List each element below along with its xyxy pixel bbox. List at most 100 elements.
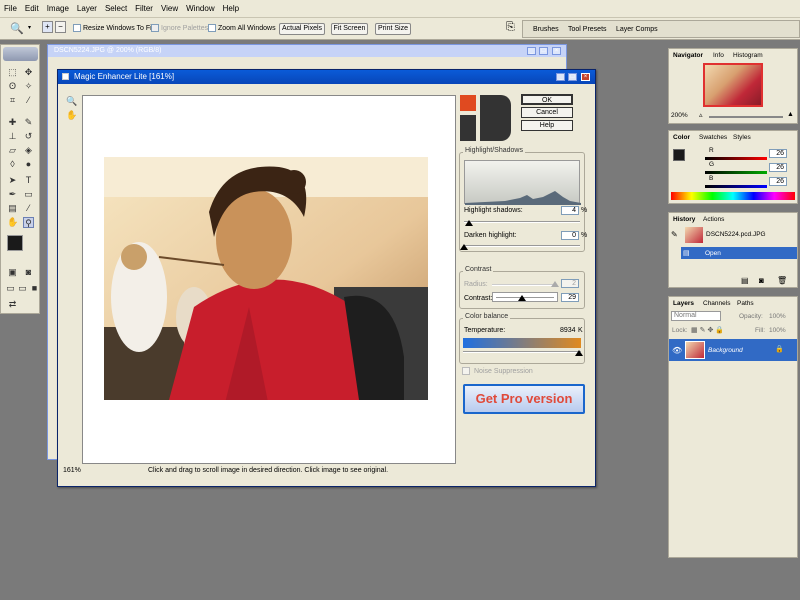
chevron-down-icon[interactable]: ▾ (28, 24, 31, 31)
navigator-zoom-value[interactable]: 200% (671, 112, 688, 120)
dialog-title-bar[interactable]: Magic Enhancer Lite [161%] _ □ × (58, 70, 595, 84)
screen-mode-standard-icon[interactable]: ▭ (5, 283, 16, 294)
contrast-slider-thumb[interactable] (518, 295, 527, 301)
blur-icon[interactable]: ◊ (7, 159, 18, 170)
navigator-zoom-slider[interactable] (709, 116, 783, 118)
trash-icon[interactable]: 🗑 (777, 276, 787, 285)
notes-icon[interactable]: ▤ (7, 203, 18, 214)
menu-select[interactable]: Select (105, 4, 127, 13)
ignore-palettes-checkbox[interactable] (151, 24, 159, 32)
path-selection-icon[interactable]: ➤ (7, 175, 18, 186)
menu-layer[interactable]: Layer (77, 4, 97, 13)
menu-edit[interactable]: Edit (25, 4, 39, 13)
print-size-button[interactable]: Print Size (375, 23, 411, 35)
well-tab-tool-presets[interactable]: Tool Presets (568, 26, 607, 33)
menu-help[interactable]: Help (223, 4, 239, 13)
zoom-in-small-icon[interactable]: ▲ (787, 111, 794, 118)
navigator-thumbnail[interactable] (703, 63, 763, 107)
lock-icons[interactable]: ▦✎✥🔒 (691, 326, 726, 334)
snapshot-label[interactable]: DSCN5224.pcd.JPG (706, 231, 766, 239)
dialog-maximize-icon[interactable]: □ (568, 73, 577, 81)
menu-view[interactable]: View (161, 4, 178, 13)
imageready-icon[interactable]: ⇄ (7, 299, 18, 310)
menu-image[interactable]: Image (47, 4, 69, 13)
opacity-value[interactable]: 100% (769, 313, 786, 321)
lasso-icon[interactable]: ʘ (7, 81, 18, 92)
tab-history[interactable]: History (673, 216, 695, 224)
adobe-feather-icon[interactable] (3, 47, 38, 61)
dialog-close-icon[interactable]: × (581, 73, 590, 81)
tab-swatches[interactable]: Swatches (699, 134, 727, 142)
temperature-slider[interactable] (463, 351, 581, 353)
document-title-bar[interactable]: DSCN5224.JPG @ 200% (RGB/8) _ □ × (48, 45, 566, 57)
magic-wand-icon[interactable]: ✧ (23, 81, 34, 92)
tab-color[interactable]: Color (673, 134, 690, 142)
well-tab-layer-comps[interactable]: Layer Comps (616, 26, 658, 33)
darken-highlight-value[interactable]: 0 (561, 231, 579, 240)
noise-suppression-checkbox[interactable] (462, 367, 470, 375)
help-button[interactable]: Help (521, 120, 573, 131)
r-slider[interactable] (705, 157, 767, 160)
tab-info[interactable]: Info (713, 52, 724, 60)
new-document-icon[interactable]: ▤ (741, 276, 749, 285)
zoom-out-icon[interactable]: − (55, 21, 66, 33)
menu-file[interactable]: File (4, 4, 17, 13)
b-slider[interactable] (705, 185, 767, 188)
blend-mode-select[interactable]: Normal (671, 311, 721, 321)
tab-navigator[interactable]: Navigator (673, 52, 703, 60)
fill-value[interactable]: 100% (769, 327, 786, 335)
marquee-icon[interactable]: ⬚ (7, 67, 18, 78)
highlight-shadows-value[interactable]: 4 (561, 206, 579, 215)
zoom-preview-icon[interactable]: 🔍 (66, 96, 77, 107)
hand-icon[interactable]: ✋ (7, 217, 18, 228)
menu-window[interactable]: Window (186, 4, 214, 13)
tab-actions[interactable]: Actions (703, 216, 724, 224)
ok-button[interactable]: OK (521, 94, 573, 105)
type-icon[interactable]: T (23, 175, 34, 186)
eyedropper-icon[interactable]: ⁄ (23, 203, 34, 214)
foreground-color-swatch[interactable] (7, 235, 23, 251)
snapshot-icon[interactable]: ◙ (759, 276, 764, 285)
clone-stamp-icon[interactable]: ⊥ (7, 131, 18, 142)
preview-photo[interactable] (104, 157, 428, 400)
darken-highlight-slider-thumb[interactable] (460, 244, 468, 250)
move-icon[interactable]: ✥ (23, 67, 34, 78)
highlight-shadows-slider[interactable] (464, 221, 580, 223)
darken-highlight-slider[interactable] (464, 245, 580, 247)
standard-mode-icon[interactable]: ▣ (7, 267, 18, 278)
menu-filter[interactable]: Filter (135, 4, 153, 13)
history-step-open[interactable] (681, 247, 797, 259)
minimize-icon[interactable]: _ (527, 47, 536, 55)
paint-bucket-icon[interactable]: ◈ (23, 145, 34, 156)
history-brush-icon[interactable]: ↺ (23, 131, 34, 142)
dialog-minimize-icon[interactable]: _ (556, 73, 565, 81)
actual-pixels-button[interactable]: Actual Pixels (279, 23, 325, 35)
quick-mask-icon[interactable]: ◙ (23, 267, 34, 278)
contrast-value[interactable]: 29 (561, 293, 579, 302)
color-fg-swatch[interactable] (673, 149, 685, 161)
crop-icon[interactable]: ⌗ (7, 95, 18, 106)
temperature-gradient[interactable] (463, 338, 581, 348)
history-brush-source-icon[interactable]: ✎ (671, 230, 678, 239)
screen-mode-menu-icon[interactable]: ▭ (17, 283, 28, 294)
screen-mode-full-icon[interactable]: ■ (29, 283, 40, 294)
zoom-in-icon[interactable]: + (42, 21, 53, 33)
file-browser-icon[interactable]: ⎘ (506, 21, 515, 34)
tab-styles[interactable]: Styles (733, 134, 751, 142)
get-pro-version-button[interactable]: Get Pro version (463, 384, 585, 414)
tab-channels[interactable]: Channels (703, 300, 730, 308)
zoom-out-small-icon[interactable]: ▵ (699, 111, 703, 119)
fit-screen-button[interactable]: Fit Screen (331, 23, 368, 35)
healing-brush-icon[interactable]: ✚ (7, 117, 18, 128)
tab-layers[interactable]: Layers (673, 300, 694, 308)
pen-icon[interactable]: ✒ (7, 189, 18, 200)
color-spectrum-ramp[interactable] (671, 192, 795, 200)
well-tab-brushes[interactable]: Brushes (533, 26, 559, 33)
maximize-icon[interactable]: □ (539, 47, 548, 55)
shape-icon[interactable]: ▭ (23, 189, 34, 200)
tab-paths[interactable]: Paths (737, 300, 754, 308)
eraser-icon[interactable]: ▱ (7, 145, 18, 156)
cancel-button[interactable]: Cancel (521, 107, 573, 118)
hand-preview-icon[interactable]: ✋ (66, 110, 77, 121)
g-value[interactable]: 26 (769, 163, 787, 172)
